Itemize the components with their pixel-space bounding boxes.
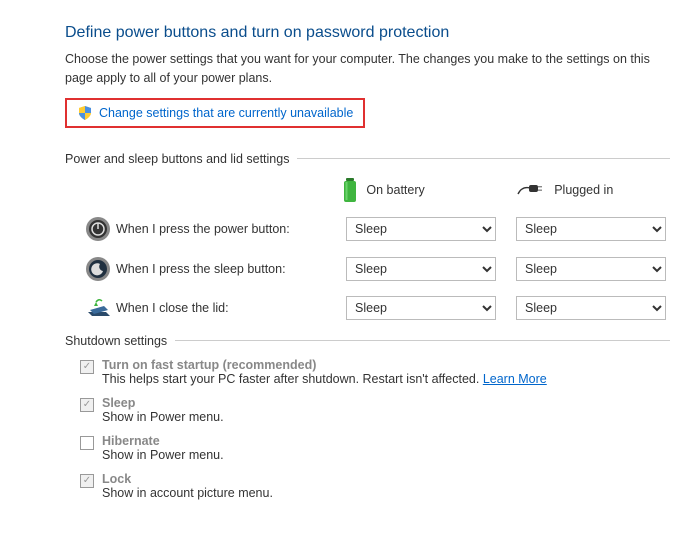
checkbox-lock bbox=[80, 474, 94, 488]
shutdown-item-fast-startup: Turn on fast startup (recommended) This … bbox=[80, 358, 670, 386]
column-headers: On battery Plugged in bbox=[65, 176, 670, 204]
row-close-lid: When I close the lid: Sleep Sleep bbox=[80, 296, 670, 320]
section-header-label: Power and sleep buttons and lid settings bbox=[65, 152, 289, 166]
checkbox-fast-startup bbox=[80, 360, 94, 374]
shutdown-item-sub: Show in Power menu. bbox=[102, 448, 224, 462]
shutdown-item-sub: This helps start your PC faster after sh… bbox=[102, 372, 547, 386]
change-settings-highlight: Change settings that are currently unava… bbox=[65, 98, 365, 128]
divider bbox=[297, 158, 670, 159]
shutdown-item-sleep: Sleep Show in Power menu. bbox=[80, 396, 670, 424]
select-power-plugged[interactable]: Sleep bbox=[516, 217, 666, 241]
learn-more-link[interactable]: Learn More bbox=[483, 372, 547, 386]
checkbox-sleep bbox=[80, 398, 94, 412]
shutdown-item-lock: Lock Show in account picture menu. bbox=[80, 472, 670, 500]
section-header-shutdown: Shutdown settings bbox=[65, 334, 670, 348]
shutdown-item-sub: Show in Power menu. bbox=[102, 410, 224, 424]
checkbox-hibernate bbox=[80, 436, 94, 450]
shield-icon bbox=[77, 105, 93, 121]
shutdown-item-hibernate: Hibernate Show in Power menu. bbox=[80, 434, 670, 462]
row-sleep-button: When I press the sleep button: Sleep Sle… bbox=[80, 256, 670, 282]
select-lid-plugged[interactable]: Sleep bbox=[516, 296, 666, 320]
row-label: When I close the lid: bbox=[116, 301, 346, 315]
shutdown-item-title: Hibernate bbox=[102, 434, 224, 448]
column-label: Plugged in bbox=[554, 183, 613, 197]
sleep-button-icon bbox=[85, 256, 111, 282]
shutdown-item-title: Turn on fast startup (recommended) bbox=[102, 358, 547, 372]
section-header-label: Shutdown settings bbox=[65, 334, 167, 348]
column-header-plugged: Plugged in bbox=[516, 182, 670, 198]
shutdown-item-sub: Show in account picture menu. bbox=[102, 486, 273, 500]
select-sleep-battery[interactable]: Sleep bbox=[346, 257, 496, 281]
select-sleep-plugged[interactable]: Sleep bbox=[516, 257, 666, 281]
change-settings-link[interactable]: Change settings that are currently unava… bbox=[99, 106, 353, 120]
divider bbox=[175, 340, 670, 341]
lid-icon bbox=[82, 296, 114, 320]
section-header-power-sleep: Power and sleep buttons and lid settings bbox=[65, 152, 670, 166]
row-label: When I press the power button: bbox=[116, 222, 346, 236]
page-title: Define power buttons and turn on passwor… bbox=[65, 24, 670, 42]
shutdown-item-title: Sleep bbox=[102, 396, 224, 410]
plug-icon bbox=[516, 182, 546, 198]
row-label: When I press the sleep button: bbox=[116, 262, 346, 276]
select-lid-battery[interactable]: Sleep bbox=[346, 296, 496, 320]
column-header-battery: On battery bbox=[342, 176, 496, 204]
power-button-icon bbox=[85, 216, 111, 242]
page-description: Choose the power settings that you want … bbox=[65, 50, 670, 88]
row-power-button: When I press the power button: Sleep Sle… bbox=[80, 216, 670, 242]
column-label: On battery bbox=[366, 183, 424, 197]
battery-icon bbox=[342, 176, 358, 204]
shutdown-settings: Turn on fast startup (recommended) This … bbox=[80, 358, 670, 500]
shutdown-item-title: Lock bbox=[102, 472, 273, 486]
select-power-battery[interactable]: Sleep bbox=[346, 217, 496, 241]
